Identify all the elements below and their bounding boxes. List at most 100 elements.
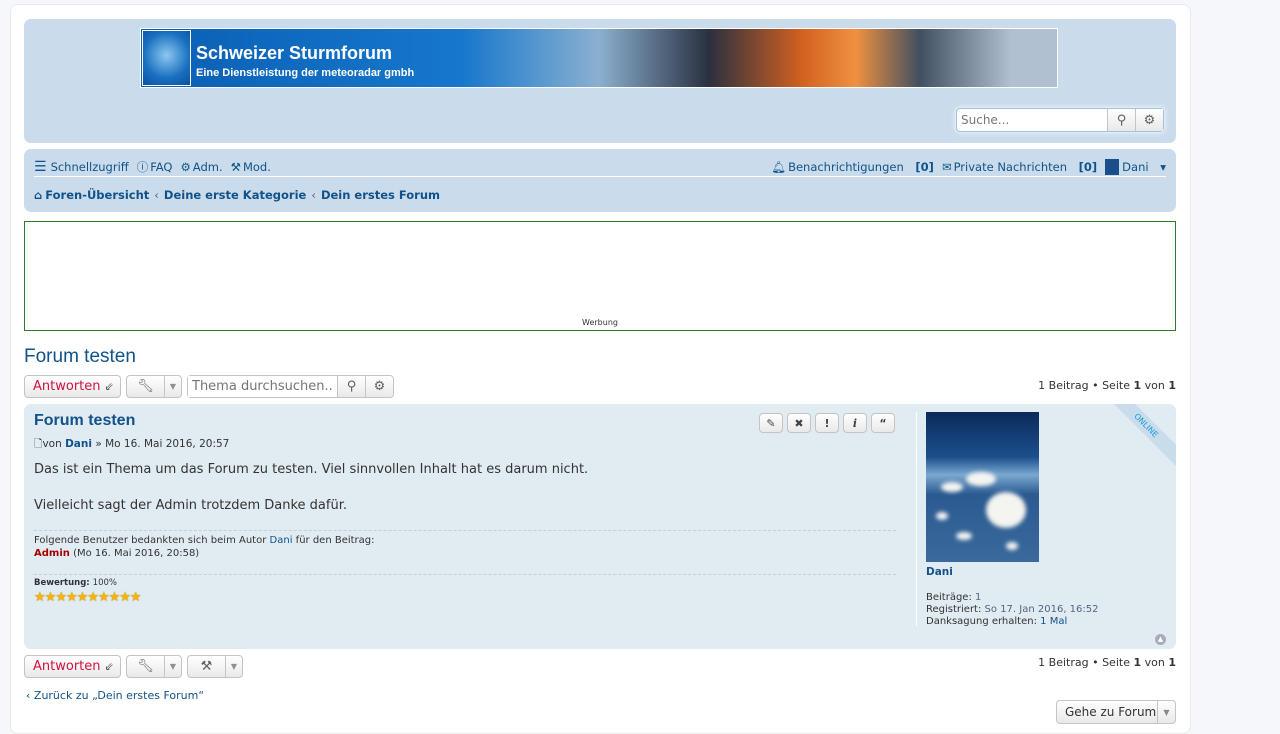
divider xyxy=(34,530,896,531)
profile-username[interactable]: Dani xyxy=(926,566,1156,578)
post: ONLINE Forum testen 🗋von Dani » Mo 16. M… xyxy=(24,404,1176,649)
post-meta: 🗋von Dani » Mo 16. Mai 2016, 20:57 xyxy=(34,438,230,450)
search-button[interactable]: ⚲ xyxy=(1107,109,1135,131)
mail-icon: ✉ xyxy=(941,159,952,174)
thanks-author-link[interactable]: Dani xyxy=(270,535,293,546)
jump-to-forum-select[interactable]: Gehe zu Forum ▼ xyxy=(1056,700,1176,724)
reply-label: Antworten xyxy=(33,659,101,674)
star-icon: ★ xyxy=(129,590,142,605)
post-content: Das ist ein Thema um das Forum zu testen… xyxy=(34,461,588,515)
menu-icon[interactable]: ☰ xyxy=(34,159,47,175)
topic-search-input[interactable] xyxy=(188,376,337,397)
post-paragraph: Das ist ein Thema um das Forum zu testen… xyxy=(34,462,589,477)
user-avatar[interactable] xyxy=(926,412,1039,562)
star-icon: ★ xyxy=(119,590,131,605)
page-title[interactable]: Forum testen xyxy=(24,346,136,368)
pm-count: [0] xyxy=(1078,159,1098,174)
site-subtitle: Eine Dienstleistung der meteoradar gmbh xyxy=(196,67,415,79)
back-to-top-icon[interactable]: ▲ xyxy=(1155,634,1166,645)
adm-link[interactable]: Adm. xyxy=(193,160,223,174)
gavel-icon: ⚒ xyxy=(230,159,241,174)
info-button[interactable]: i xyxy=(843,413,867,433)
pm-label: Private Nachrichten xyxy=(953,159,1067,174)
faq-link[interactable]: FAQ xyxy=(150,160,172,174)
faq-icon: ⓘ xyxy=(136,159,149,174)
star-icon: ★ xyxy=(65,590,78,605)
thanks-list: Folgende Benutzer bedankten sich beim Au… xyxy=(34,535,375,559)
mod-tools-button[interactable]: ⚒ ▼ xyxy=(187,655,243,678)
ad-box: Werbung xyxy=(24,221,1176,331)
post-paragraph: Vielleicht sagt der Admin trotzdem Danke… xyxy=(34,498,347,513)
quote-button[interactable]: “ xyxy=(871,413,895,433)
breadcrumb-item[interactable]: Foren-Übersicht xyxy=(45,188,149,202)
chevron-down-icon: ▼ xyxy=(164,376,181,397)
notifications-label: Benachrichtigungen xyxy=(788,159,904,174)
pagination: 1 Beitrag • Seite 1 von 1 xyxy=(1038,379,1176,392)
gears-icon: ⚙ xyxy=(180,159,191,174)
site-search: ⚲ ⚙ xyxy=(956,108,1164,132)
post-profile: Dani Beiträge: 1 Registriert: So 17. Jan… xyxy=(916,412,1156,627)
rating: Bewertung: 100% xyxy=(34,578,117,588)
user-avatar-small xyxy=(1105,158,1120,175)
jump-to-label: Gehe zu Forum xyxy=(1065,705,1157,719)
topic-advanced-search-button[interactable]: ⚙ xyxy=(365,376,393,397)
search-input[interactable] xyxy=(957,109,1107,131)
topic-tools-button-bottom[interactable]: 🔧︎ ▼ xyxy=(126,655,182,678)
close-icon: ✖ xyxy=(794,416,804,430)
breadcrumb: ⌂ Foren-Übersicht ‹ Deine erste Kategorie… xyxy=(34,188,441,202)
site-banner[interactable]: Schweizer Sturmforum Eine Dienstleistung… xyxy=(140,28,1058,88)
star-icon: ★ xyxy=(108,590,121,605)
edit-button[interactable]: ✎ xyxy=(759,413,783,433)
mod-link[interactable]: Mod. xyxy=(243,160,271,174)
reply-label: Antworten xyxy=(33,379,101,394)
notifications-count: [0] xyxy=(915,159,934,174)
reply-button[interactable]: Antworten ⇙ xyxy=(24,375,121,398)
gear-icon: ⚙ xyxy=(1143,112,1156,128)
gavel-icon: ⚒ xyxy=(200,659,213,674)
search-icon: ⚲ xyxy=(1116,112,1127,128)
quick-access-link[interactable]: Schnellzugriff xyxy=(51,160,129,174)
notifications-link[interactable]: Benachrichtigungen [0] xyxy=(788,160,934,174)
star-icon: ★ xyxy=(87,590,99,605)
post-title[interactable]: Forum testen xyxy=(34,412,135,430)
post-buttons: ✎ ✖ ! i “ xyxy=(759,413,895,433)
star-icon: ★ xyxy=(55,590,67,605)
site-logo xyxy=(142,30,191,86)
star-icon: ★ xyxy=(76,590,89,605)
chevron-down-icon: ▼ xyxy=(164,656,181,677)
post-date: » Mo 16. Mai 2016, 20:57 xyxy=(95,438,230,450)
reply-arrow-icon: ⇙ xyxy=(104,660,114,673)
user-name: Dani xyxy=(1122,159,1149,174)
topic-search: ⚲ ⚙ xyxy=(187,375,394,398)
breadcrumb-item[interactable]: Dein erstes Forum xyxy=(321,188,440,202)
wrench-icon: 🔧︎ xyxy=(137,379,154,394)
ad-label: Werbung xyxy=(582,318,618,327)
profile-info: Beiträge: 1 Registriert: So 17. Jan 2016… xyxy=(926,592,1099,627)
topic-tools-button[interactable]: 🔧︎ ▼ xyxy=(126,375,182,398)
search-icon: ⚲ xyxy=(346,379,357,394)
pagination-bottom: 1 Beitrag • Seite 1 von 1 xyxy=(1038,656,1176,669)
reply-button-bottom[interactable]: Antworten ⇙ xyxy=(24,655,121,678)
exclamation-icon: ! xyxy=(824,416,830,430)
quote-icon: “ xyxy=(879,416,887,430)
delete-button[interactable]: ✖ xyxy=(787,413,811,433)
home-icon: ⌂ xyxy=(34,188,43,202)
site-title: Schweizer Sturmforum xyxy=(196,43,393,63)
user-menu[interactable]: Dani ▾ xyxy=(1122,160,1166,174)
post-author[interactable]: Dani xyxy=(65,438,92,450)
pencil-icon: ✎ xyxy=(766,416,776,430)
star-icon: ★ xyxy=(34,590,46,605)
rating-stars: ★★★★★★★★★★ xyxy=(34,590,142,605)
advanced-search-button[interactable]: ⚙ xyxy=(1135,109,1163,131)
gear-icon: ⚙ xyxy=(373,379,386,394)
divider xyxy=(34,574,896,575)
private-messages-link[interactable]: Private Nachrichten [0] xyxy=(954,160,1098,174)
reply-arrow-icon: ⇙ xyxy=(104,380,114,393)
report-button[interactable]: ! xyxy=(815,413,839,433)
navbar: ☰ Schnellzugriff ⓘ FAQ ⚙ Adm. ⚒ Mod. 🔔︎ … xyxy=(24,149,1176,212)
chevron-down-icon: ▼ xyxy=(225,656,242,677)
topic-search-button[interactable]: ⚲ xyxy=(337,376,365,397)
thanks-user-link[interactable]: Admin xyxy=(34,548,70,559)
back-to-forum-link[interactable]: ‹ Zurück zu „Dein erstes Forum“ xyxy=(26,689,204,702)
breadcrumb-item[interactable]: Deine erste Kategorie xyxy=(164,188,306,202)
